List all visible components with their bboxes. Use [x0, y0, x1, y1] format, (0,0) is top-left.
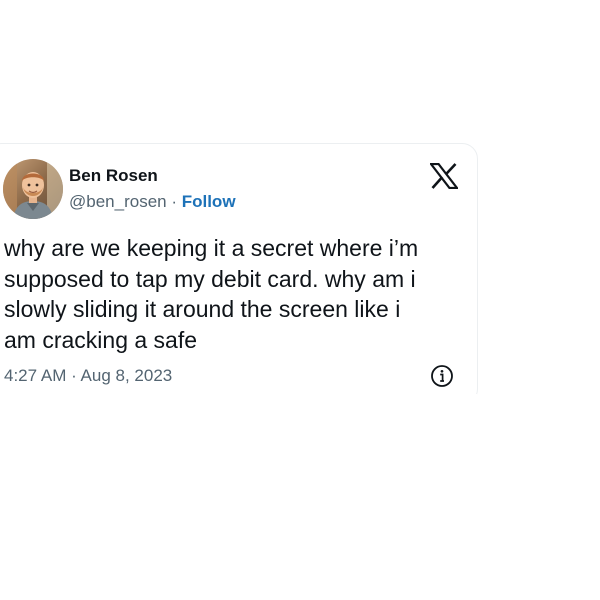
avatar[interactable] — [3, 159, 63, 219]
handle-separator: · — [166, 192, 182, 211]
avatar-image — [3, 159, 63, 219]
author-handle[interactable]: @ben_rosen — [69, 192, 167, 211]
tweet-timestamp[interactable]: 4:27 AM · Aug 8, 2023 — [4, 366, 172, 386]
follow-button[interactable]: Follow — [182, 192, 236, 211]
canvas: Ben Rosen @ben_rosen · Follow why are we… — [0, 0, 600, 600]
tweet-text: why are we keeping it a secret where i’m… — [4, 235, 419, 353]
x-logo-icon[interactable] — [428, 162, 460, 190]
handle-row: @ben_rosen · Follow — [69, 192, 236, 212]
info-icon[interactable] — [430, 364, 454, 388]
author-name[interactable]: Ben Rosen — [69, 166, 158, 186]
card-bottom-edge — [0, 394, 477, 406]
